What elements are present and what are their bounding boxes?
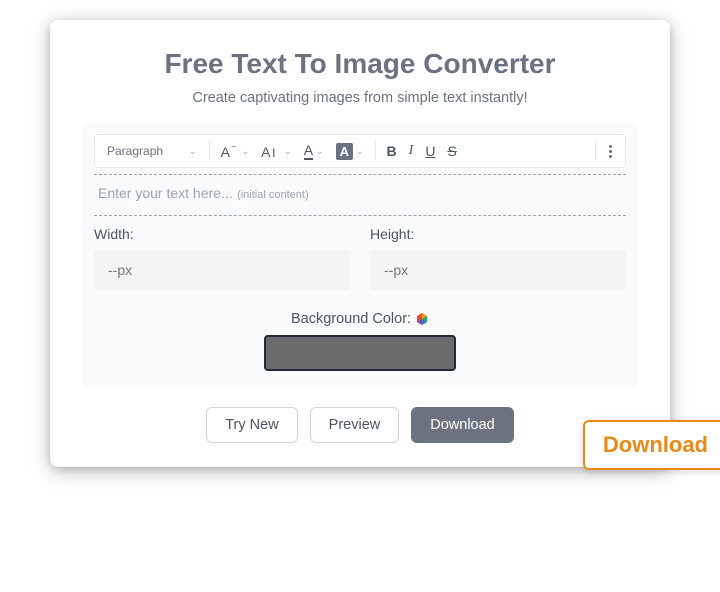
dashed-divider — [94, 215, 626, 216]
try-new-button[interactable]: Try New — [206, 407, 297, 443]
download-button[interactable]: Download — [411, 407, 514, 443]
download-callout: Download — [583, 420, 720, 470]
editor-area: Paragraph ⌄ A– ⌄ AI ⌄ A ⌄ A — [82, 124, 638, 387]
width-input[interactable] — [94, 250, 350, 290]
more-vertical-icon — [607, 143, 614, 160]
background-color-section: Background Color: — [94, 310, 626, 371]
height-label: Height: — [370, 226, 626, 242]
font-family-button[interactable]: A– ⌄ — [216, 141, 255, 162]
background-color-label: Background Color: — [291, 311, 429, 327]
paragraph-style-label: Paragraph — [107, 144, 163, 158]
height-column: Height: — [370, 226, 626, 290]
background-color-text: Background Color: — [291, 311, 411, 327]
italic-button[interactable]: I — [404, 140, 419, 162]
page-title: Free Text To Image Converter — [82, 48, 638, 80]
page-subtitle: Create captivating images from simple te… — [82, 90, 638, 106]
font-color-icon: A — [304, 142, 313, 160]
action-buttons-row: Try New Preview Download — [82, 407, 638, 443]
strike-button[interactable]: S — [442, 140, 461, 162]
bold-button[interactable]: B — [382, 140, 402, 162]
font-size-button[interactable]: AI ⌄ — [256, 141, 297, 162]
chevron-down-icon: ⌄ — [284, 146, 292, 157]
color-picker-icon[interactable] — [415, 312, 429, 326]
color-swatch-preview[interactable] — [264, 335, 456, 371]
height-input[interactable] — [370, 250, 626, 290]
editor-placeholder: Enter your text here... — [98, 185, 233, 201]
underline-button[interactable]: U — [420, 140, 440, 162]
font-size-icon: AI — [261, 144, 281, 159]
editor-initial-note: (initial content) — [237, 189, 309, 201]
chevron-down-icon: ⌄ — [242, 146, 250, 157]
highlight-icon: A — [336, 143, 353, 160]
converter-card: Free Text To Image Converter Create capt… — [50, 20, 670, 467]
width-column: Width: — [94, 226, 350, 290]
chevron-down-icon: ⌄ — [189, 146, 197, 157]
chevron-down-icon: ⌄ — [316, 146, 324, 157]
highlight-button[interactable]: A ⌄ — [331, 140, 369, 163]
editor-toolbar: Paragraph ⌄ A– ⌄ AI ⌄ A ⌄ A — [94, 134, 626, 168]
dimensions-row: Width: Height: — [94, 226, 626, 290]
font-color-button[interactable]: A ⌄ — [299, 139, 329, 163]
chevron-down-icon: ⌄ — [356, 146, 364, 157]
toolbar-separator — [209, 141, 210, 161]
paragraph-style-select[interactable]: Paragraph ⌄ — [101, 140, 203, 162]
font-family-icon: A– — [221, 144, 239, 159]
preview-button[interactable]: Preview — [310, 407, 400, 443]
toolbar-separator — [595, 141, 596, 161]
more-options-button[interactable] — [602, 140, 619, 163]
text-editor-input[interactable]: Enter your text here... (initial content… — [94, 175, 626, 215]
width-label: Width: — [94, 226, 350, 242]
toolbar-separator — [375, 141, 376, 161]
